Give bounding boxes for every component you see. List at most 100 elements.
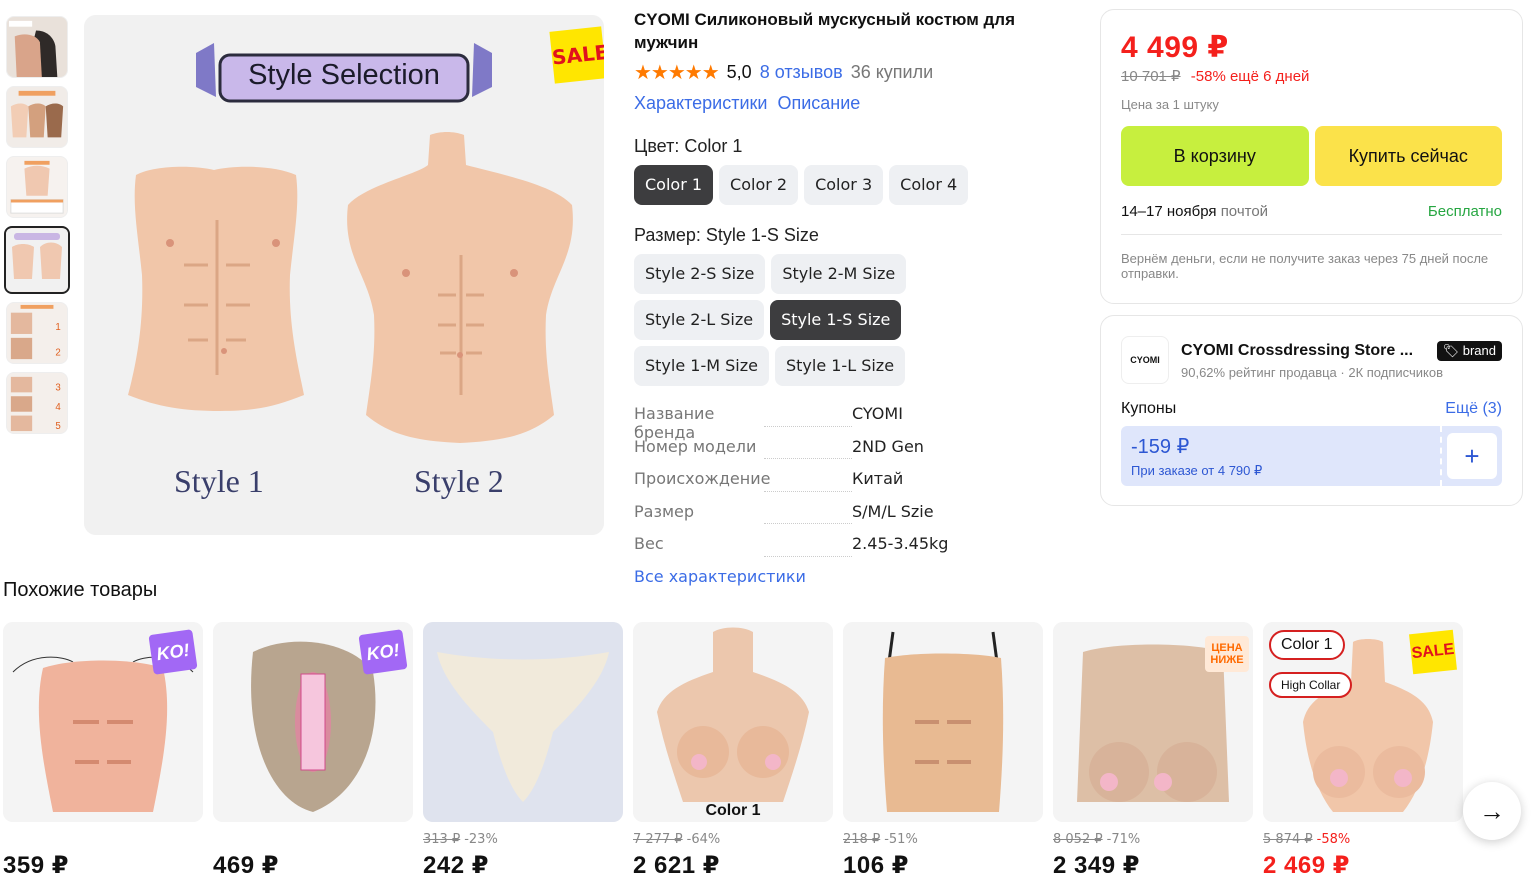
product-card[interactable]: 313 ₽ -23% 242 ₽ — [423, 622, 623, 878]
product-card-image[interactable]: ЦЕНА НИЖЕ — [1053, 622, 1253, 822]
size-option-style1-m[interactable]: Style 1-M Size — [634, 346, 769, 386]
seller-box: CYOMI CYOMI Crossdressing Store ... 🏷 br… — [1100, 315, 1523, 506]
tab-description[interactable]: Описание — [777, 93, 860, 114]
seller-header[interactable]: CYOMI CYOMI Crossdressing Store ... 🏷 br… — [1121, 336, 1502, 384]
size-option-style1-s[interactable]: Style 1-S Size — [770, 300, 902, 340]
add-to-cart-button[interactable]: В корзину — [1121, 126, 1309, 186]
tab-characteristics[interactable]: Характеристики — [634, 93, 767, 114]
arrow-right-icon[interactable]: → — [1463, 782, 1521, 840]
size-option-style2-s[interactable]: Style 2-S Size — [634, 254, 766, 294]
card-strike-price: 313 ₽ — [423, 832, 461, 847]
product-card[interactable]: ЦЕНА НИЖЕ 8 052 ₽ -71% 2 349 ₽ — [1053, 622, 1253, 878]
card-old-price: 7 277 ₽ -64% — [633, 832, 833, 848]
size-option-style1-l[interactable]: Style 1-L Size — [774, 346, 906, 386]
size-options: Style 2-S Size Style 2-M Size Style 2-L … — [634, 254, 1014, 386]
color-option-3[interactable]: Color 3 — [804, 165, 884, 205]
card-price: 2 621 ₽ — [633, 852, 720, 878]
card-discount: -71% — [1106, 832, 1141, 847]
card-discount: -51% — [884, 832, 918, 847]
spec-dots — [764, 490, 852, 492]
sale-badge: SALE — [549, 26, 604, 84]
card-discount: -64% — [686, 832, 721, 847]
card-price: 106 ₽ — [843, 852, 909, 878]
buy-box: 4 499 ₽ 10 701 ₽ -58% ещё 6 дней Цена за… — [1100, 9, 1523, 304]
spec-value: 2.45-3.45kg — [852, 534, 949, 553]
product-card-image[interactable] — [423, 622, 623, 822]
spec-row: Вес 2.45-3.45kg — [634, 534, 1074, 567]
card-discount: -58% — [1316, 832, 1351, 847]
seller-logo: CYOMI — [1121, 336, 1169, 384]
card-old-price: 8 052 ₽ -71% — [1053, 832, 1253, 848]
color-label: Цвет: Color 1 — [634, 136, 743, 156]
card-old-price: 313 ₽ -23% — [423, 832, 623, 848]
product-card-image[interactable]: Color 1 High Collar SALE — [1263, 622, 1463, 822]
rating-row: ★★★★★ 5,0 8 отзывов 36 купили — [634, 60, 1074, 85]
product-card-image[interactable]: KO! — [213, 622, 413, 822]
thumbnail-3[interactable] — [6, 156, 68, 218]
product-card[interactable]: 218 ₽ -51% 106 ₽ — [843, 622, 1043, 878]
spec-key: Размер — [634, 501, 695, 521]
color-pill: Color 1 — [1269, 630, 1345, 660]
thumbnail-5[interactable]: 12 — [6, 302, 68, 364]
thumbnail-2[interactable] — [6, 86, 68, 148]
style-1-label: Style 1 — [174, 463, 264, 499]
card-old-price — [213, 832, 413, 848]
size-option-style2-m[interactable]: Style 2-M Size — [771, 254, 907, 294]
refund-note: Вернём деньги, если не получите заказ че… — [1121, 251, 1489, 281]
product-card[interactable]: Color 1 7 277 ₽ -64% 2 621 ₽ — [633, 622, 833, 878]
price-lower-badge: ЦЕНА НИЖЕ — [1205, 636, 1249, 672]
spec-value: 2ND Gen — [852, 436, 924, 456]
spec-row: Номер модели 2ND Gen — [634, 437, 1074, 470]
tag-icon: 🏷 — [1442, 342, 1460, 358]
color-option-2[interactable]: Color 2 — [719, 165, 799, 205]
current-price: 4 499 ₽ — [1121, 31, 1229, 64]
thumbnail-4[interactable] — [4, 226, 70, 294]
reviews-link[interactable]: 8 отзывов — [760, 62, 843, 83]
buy-now-button[interactable]: Купить сейчас — [1314, 126, 1502, 186]
card-old-price: 218 ₽ -51% — [843, 832, 1043, 848]
product-card-image[interactable]: Color 1 — [633, 622, 833, 822]
promo-badge: KO! — [358, 629, 408, 675]
style-banner-text: Style Selection — [248, 59, 440, 91]
coupon-card: -159 ₽ При заказе от 4 790 ₽ + — [1121, 426, 1502, 486]
product-card[interactable]: KO! 469 ₽ — [213, 622, 413, 878]
product-card[interactable]: Color 1 High Collar SALE 5 874 ₽ -58% 2 4… — [1263, 622, 1463, 878]
card-price: 2 349 ₽ — [1053, 852, 1140, 878]
bought-count: 36 купили — [850, 62, 934, 82]
color-options: Color 1 Color 2 Color 3 Color 4 — [634, 165, 1074, 205]
spec-value: Китай — [852, 469, 904, 488]
color-option-4[interactable]: Color 4 — [889, 165, 969, 205]
promo-badge: KO! — [148, 629, 198, 675]
delivery-row: 14–17 ноября почтой Бесплатно — [1121, 203, 1502, 235]
rating-value: 5,0 — [726, 62, 752, 82]
seller-text: CYOMI Crossdressing Store ... 🏷 brand 90… — [1181, 340, 1502, 380]
similar-title: Похожие товары — [3, 579, 158, 601]
thumbnail-6[interactable]: 3 4 5 — [6, 372, 68, 434]
style-2-label: Style 2 — [414, 463, 504, 499]
discount-text: -58% ещё 6 дней — [1190, 68, 1310, 85]
card-price: 242 ₽ — [423, 852, 489, 878]
add-coupon-button[interactable]: + — [1447, 433, 1497, 479]
product-card-image[interactable] — [843, 622, 1043, 822]
spec-dots — [764, 425, 852, 427]
product-card[interactable]: KO! 359 ₽ — [3, 622, 203, 878]
main-product-image[interactable]: Style Selection SALE Style 1 Style 2 — [84, 15, 604, 535]
thumbnail-1[interactable] — [6, 16, 68, 78]
spec-value: CYOMI — [852, 404, 903, 423]
card-old-price: 5 874 ₽ -58% — [1263, 832, 1463, 848]
coupons-row: Купоны Ещё (3) — [1121, 400, 1502, 418]
size-option-style2-l[interactable]: Style 2-L Size — [634, 300, 765, 340]
spec-dots — [764, 458, 852, 460]
all-specs-link[interactable]: Все характеристики — [634, 567, 1074, 586]
collar-pill: High Collar — [1269, 672, 1353, 698]
coupon-add: + — [1440, 426, 1502, 486]
per-unit-note: Цена за 1 штуку — [1121, 97, 1219, 112]
color-option-1[interactable]: Color 1 — [634, 165, 714, 205]
coupons-more-link[interactable]: Ещё (3) — [1445, 400, 1502, 418]
product-card-image[interactable]: KO! — [3, 622, 203, 822]
size-label: Размер: Style 1-S Size — [634, 225, 819, 245]
brand-tag: 🏷 brand — [1436, 340, 1502, 361]
seller-name[interactable]: CYOMI Crossdressing Store ... — [1181, 342, 1413, 360]
similar-cards: KO! 359 ₽ KO! 469 ₽ 313 ₽ -23% 242 ₽ Colo… — [3, 622, 1463, 878]
coupons-label: Купоны — [1121, 400, 1177, 417]
